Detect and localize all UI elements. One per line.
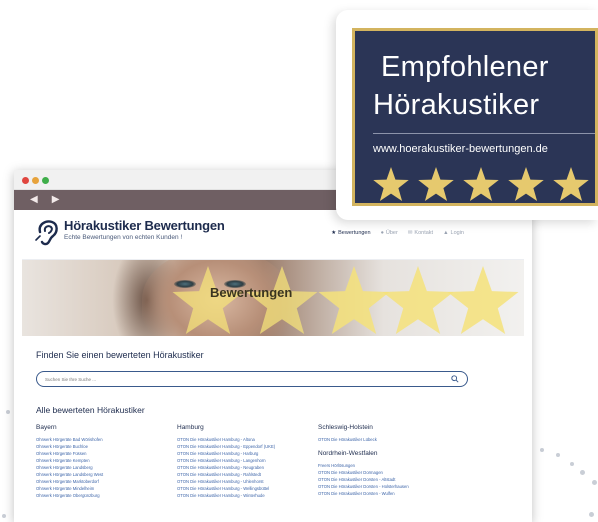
star-icon: ★ [331, 230, 337, 236]
chevron-left-icon[interactable]: ◀ [30, 195, 38, 205]
recommendation-badge: Empfohlener Hörakustiker www.hoerakustik… [352, 28, 598, 206]
region-heading: Hamburg [177, 424, 204, 431]
decorative-dot [6, 410, 10, 414]
decorative-dot [556, 453, 560, 457]
website-viewport: Hörakustiker Bewertungen Echte Bewertung… [22, 210, 524, 522]
close-window-dot[interactable] [22, 177, 29, 184]
list-item[interactable]: Freers Hörlösungen [318, 462, 409, 469]
region-heading: Schleswig-Holstein [318, 424, 373, 431]
list-item[interactable]: Ohrwerk Hörgeräte Bad Wörishofen [36, 436, 103, 443]
star-icon [553, 167, 589, 201]
list-item[interactable]: OTON Die Hörakustiker Dorsten - Wulfen [318, 490, 409, 497]
star-icon [373, 167, 409, 201]
nav-login[interactable]: ▲ Login [443, 230, 464, 236]
badge-divider [373, 133, 595, 134]
list-heading: Alle bewerteten Hörakustiker [36, 405, 145, 415]
site-subtitle: Echte Bewertungen von echten Kunden ! [64, 234, 183, 241]
region-heading: Nordrhein-Westfalen [318, 450, 378, 457]
decorative-dot [589, 512, 594, 517]
nav-label: Über [385, 230, 398, 236]
main-nav: ★ Bewertungen ● Über ✉ Kontakt ▲ Login [331, 230, 464, 236]
list-item[interactable]: Ohrwerk Hörgeräte Buchloe [36, 443, 103, 450]
nav-label: Login [450, 230, 464, 236]
region-column-bayern: Bayern Ohrwerk Hörgeräte Bad Wörishofen … [36, 424, 103, 499]
list-item[interactable]: OTON Die Hörakustiker Dorsten - Holsterh… [318, 483, 409, 490]
nav-ueber[interactable]: ● Über [381, 230, 398, 236]
star-icon [418, 167, 454, 201]
badge-line-2: Hörakustiker [373, 89, 540, 121]
list-item[interactable]: OTON Die Hörakustiker Hamburg - Wellings… [177, 485, 275, 492]
decorative-dot [570, 462, 574, 466]
badge-line-1: Empfohlener [381, 51, 549, 83]
nav-bewertungen[interactable]: ★ Bewertungen [331, 230, 370, 236]
list-item[interactable]: OTON Die Hörakustiker Hamburg - Eppendor… [177, 443, 275, 450]
list-item[interactable]: Ohrwerk Hörgeräte Mindelheim [36, 485, 103, 492]
nav-kontakt[interactable]: ✉ Kontakt [408, 230, 433, 236]
hero-star-icon [318, 266, 390, 334]
region-column-schleswig-holstein: Schleswig-Holstein OTON Die Hörakustiker… [318, 424, 409, 497]
badge-stars [373, 167, 589, 201]
hero-star-icon [172, 266, 244, 334]
maximize-window-dot[interactable] [42, 177, 49, 184]
search-bar[interactable] [36, 371, 468, 387]
hero-star-icon [246, 266, 318, 334]
browser-window: ◀ ▶ Hörakustiker Bewertungen Echte Bewer… [14, 170, 532, 522]
nav-label: Kontakt [414, 230, 434, 236]
badge-card: Empfohlener Hörakustiker www.hoerakustik… [336, 10, 598, 220]
decorative-dot [540, 448, 544, 452]
hero-star-icon [382, 266, 454, 334]
list-item[interactable]: OTON Die Hörakustiker Hamburg - Langenho… [177, 457, 275, 464]
list-item[interactable]: OTON Die Hörakustiker Dormagen [318, 469, 409, 476]
list-item[interactable]: Ohrwerk Hörgeräte Obergünzburg [36, 492, 103, 499]
star-icon [508, 167, 544, 201]
decorative-dot [580, 470, 585, 475]
badge-url: www.hoerakustiker-bewertungen.de [373, 143, 548, 155]
region-column-hamburg: Hamburg OTON Die Hörakustiker Hamburg - … [177, 424, 275, 499]
search-icon[interactable] [451, 375, 459, 383]
list-item[interactable]: OTON Die Hörakustiker Dorsten - Altstadt [318, 476, 409, 483]
list-item[interactable]: OTON Die Hörakustiker Hamburg - Altona [177, 436, 275, 443]
list-item[interactable]: Ohrwerk Hörgeräte Füssen [36, 450, 103, 457]
ear-logo-icon[interactable] [34, 218, 60, 246]
decorative-dot [592, 480, 597, 485]
region-heading: Bayern [36, 424, 57, 431]
list-item[interactable]: OTON Die Hörakustiker Lübeck [318, 436, 409, 443]
info-icon: ● [380, 230, 384, 236]
search-heading: Finden Sie einen bewerteten Hörakustiker [36, 350, 204, 360]
mail-icon: ✉ [407, 230, 413, 236]
list-item[interactable]: OTON Die Hörakustiker Hamburg - Winterhu… [177, 492, 275, 499]
list-item[interactable]: OTON Die Hörakustiker Hamburg - Rahlsted… [177, 471, 275, 478]
nav-label: Bewertungen [338, 230, 371, 236]
chevron-right-icon[interactable]: ▶ [52, 195, 60, 205]
minimize-window-dot[interactable] [32, 177, 39, 184]
decorative-dot [2, 514, 6, 518]
list-item[interactable]: Ohrwerk Hörgeräte Marktoberdorf [36, 478, 103, 485]
list-item[interactable]: Ohrwerk Hörgeräte Landsberg [36, 464, 103, 471]
site-title[interactable]: Hörakustiker Bewertungen [64, 218, 225, 233]
list-item[interactable]: OTON Die Hörakustiker Hamburg - Neugrabe… [177, 464, 275, 471]
list-item[interactable]: OTON Die Hörakustiker Hamburg - Uhlenhor… [177, 478, 275, 485]
hero-star-icon [447, 266, 519, 334]
search-input[interactable] [45, 376, 451, 382]
list-item[interactable]: Ohrwerk Hörgeräte Landsberg West [36, 471, 103, 478]
hero-title: Bewertungen [210, 285, 293, 300]
star-icon [463, 167, 499, 201]
hero-banner: Bewertungen [22, 260, 524, 336]
user-icon: ▲ [443, 230, 449, 236]
list-item[interactable]: OTON Die Hörakustiker Hamburg - Harburg [177, 450, 275, 457]
list-item[interactable]: Ohrwerk Hörgeräte Kempten [36, 457, 103, 464]
